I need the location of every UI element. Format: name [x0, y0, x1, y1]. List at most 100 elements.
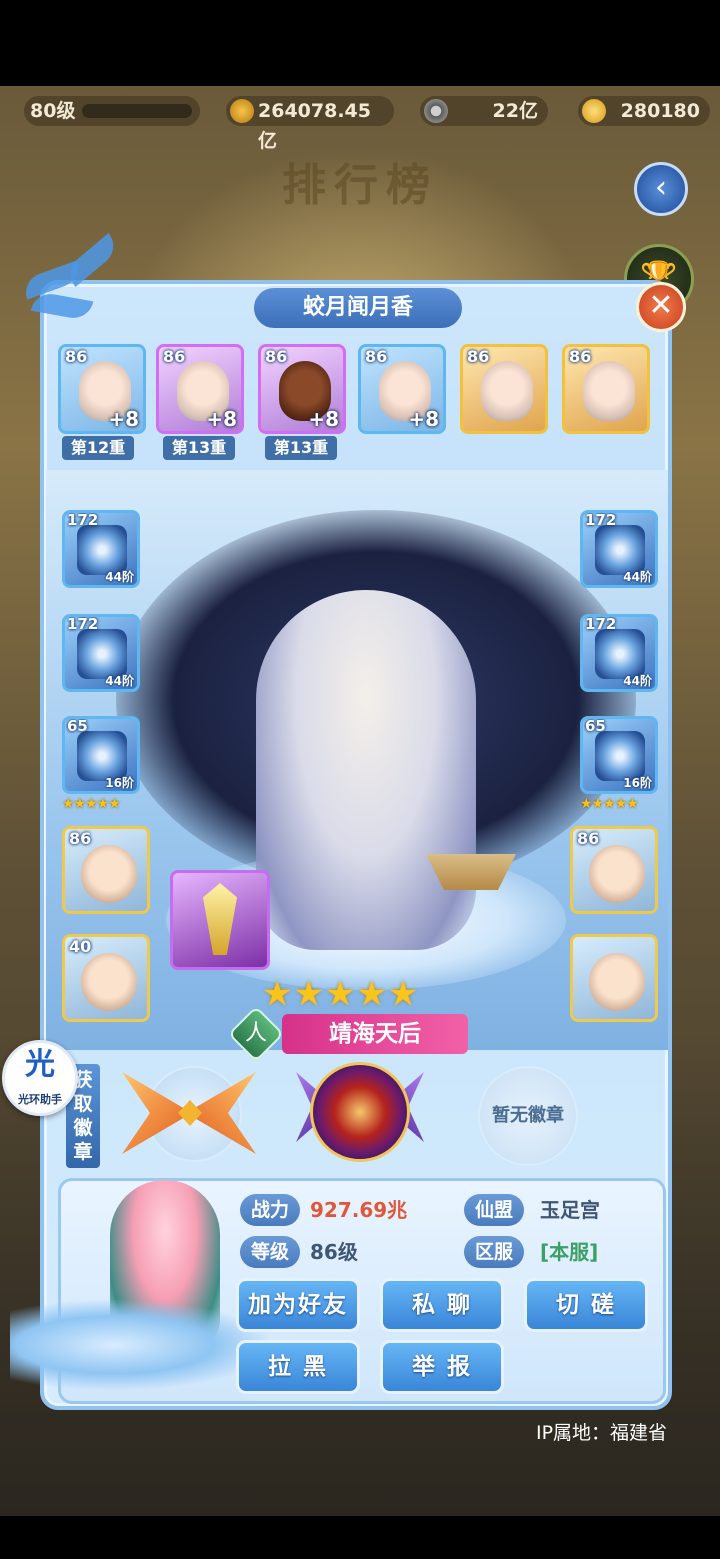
duel-button[interactable]: 切 磋 [524, 1278, 648, 1332]
equipment-level: 172 [67, 615, 99, 633]
equipment-step: 44阶 [623, 570, 652, 584]
combat-power-display: 264078.45亿 [226, 96, 394, 152]
hero-slot-1[interactable]: 86 +8 [58, 344, 146, 434]
report-button[interactable]: 举 报 [380, 1340, 504, 1394]
hero-level: 86 [365, 347, 388, 366]
exp-bar [82, 104, 192, 118]
equipment-level: 172 [585, 615, 617, 633]
hero-slot-4[interactable]: 86 +8 [358, 344, 446, 434]
page-title: 排行榜 [282, 160, 438, 211]
back-arrow-icon: ‹ [655, 170, 667, 205]
badge-emblem-icon [310, 1062, 410, 1162]
hero-name: 靖海天后 [282, 1014, 468, 1054]
hero-plus: +8 [108, 407, 139, 431]
power-label: 战力 [240, 1194, 300, 1226]
player-name: 蛟月闻月香 [252, 286, 464, 330]
alliance-label: 仙盟 [464, 1194, 524, 1226]
ip-location: IP属地：福建省 [536, 1422, 668, 1444]
helper-label: 光环助手 [18, 1093, 62, 1106]
power-value: 927.69兆 [310, 1198, 408, 1222]
leaf-icon [62, 233, 122, 287]
player-level: 80级 [30, 100, 76, 122]
close-button[interactable]: ✕ [636, 282, 686, 332]
faction-label: 人 [244, 1020, 268, 1046]
equipment-slot-left-1[interactable]: 172 44阶 [62, 510, 140, 588]
resource-bar: 80级 264078.45亿 22亿 280180 [0, 90, 720, 152]
hero-level: 86 [265, 347, 288, 366]
equipment-step: 16阶 [105, 776, 134, 790]
private-chat-button[interactable]: 私 聊 [380, 1278, 504, 1332]
hero-slot-2[interactable]: 86 +8 [156, 344, 244, 434]
equipment-step: 44阶 [623, 674, 652, 688]
equipment-slot-left-2[interactable]: 172 44阶 [62, 614, 140, 692]
block-button[interactable]: 拉 黑 [236, 1340, 360, 1394]
crane-mount [10, 1300, 270, 1390]
companion-level: 40 [69, 937, 92, 956]
hero-tier: 第13重 [265, 436, 337, 460]
hero-tier: 第13重 [163, 436, 235, 460]
level-label: 等级 [240, 1236, 300, 1268]
equipment-step: 44阶 [105, 570, 134, 584]
leaf-icon [30, 290, 94, 322]
equipment-level: 172 [585, 511, 617, 529]
server-label: 区服 [464, 1236, 524, 1268]
player-level-display: 80级 [24, 96, 200, 126]
level-value: 86级 [310, 1240, 358, 1264]
equipment-stars: ★★★★★ [580, 796, 639, 812]
equipment-slot-right-3[interactable]: 65 16阶 [580, 716, 658, 794]
hero-level: 86 [467, 347, 490, 366]
equipment-slot-right-2[interactable]: 172 44阶 [580, 614, 658, 692]
equipment-level: 65 [585, 717, 606, 735]
companion-portrait [589, 845, 645, 903]
leaf-decoration [20, 233, 222, 322]
equipment-step: 16阶 [623, 776, 652, 790]
floating-helper-button[interactable]: 光 光环助手 [2, 1040, 78, 1116]
hero-plus: +8 [206, 407, 237, 431]
hero-plus: +8 [308, 407, 339, 431]
equipment-slot-right-1[interactable]: 172 44阶 [580, 510, 658, 588]
equipment-level: 172 [67, 511, 99, 529]
server-value: [本服] [540, 1240, 599, 1264]
hero-figure [256, 590, 476, 950]
equipment-stars: ★★★★★ [62, 796, 121, 812]
coin-icon [424, 99, 448, 123]
companion-slot-left-1[interactable]: 86 [62, 826, 150, 914]
gold-ingot-icon [582, 99, 606, 123]
companion-level: 86 [577, 829, 600, 848]
hero-tier: 第12重 [62, 436, 134, 460]
hero-level: 86 [569, 347, 592, 366]
artifact-slot[interactable] [170, 870, 270, 970]
companion-slot-left-2[interactable]: 40 [62, 934, 150, 1022]
companion-portrait [81, 953, 137, 1011]
companion-portrait [81, 845, 137, 903]
add-friend-button[interactable]: 加为好友 [236, 1278, 360, 1332]
hero-portrait [583, 361, 635, 421]
companion-slot-right-1[interactable]: 86 [570, 826, 658, 914]
hero-slot-6[interactable]: 86 [562, 344, 650, 434]
coin-value: 22亿 [492, 100, 538, 122]
hero-level: 86 [65, 347, 88, 366]
alliance-value: 玉足宫 [540, 1198, 600, 1222]
hero-plus: +8 [408, 407, 439, 431]
hero-slot-5[interactable]: 86 [460, 344, 548, 434]
empty-badge-slot[interactable]: 暂无徽章 [478, 1066, 578, 1166]
hero-level: 86 [163, 347, 186, 366]
equipment-slot-left-3[interactable]: 65 16阶 [62, 716, 140, 794]
equipment-level: 65 [67, 717, 88, 735]
equipped-badge[interactable] [296, 1058, 424, 1170]
combat-power-icon [230, 99, 254, 123]
gold-value: 280180 [620, 100, 700, 122]
hero-slot-3[interactable]: 86 +8 [258, 344, 346, 434]
status-bar [0, 0, 720, 86]
helper-icon: 光 [25, 1047, 55, 1082]
gold-display[interactable]: 280180 [578, 96, 710, 126]
equipment-step: 44阶 [105, 674, 134, 688]
coin-display[interactable]: 22亿 [420, 96, 548, 126]
hero-star-rating: ★★★★★ [262, 974, 420, 1014]
companion-slot-right-2[interactable] [570, 934, 658, 1022]
hero-portrait [481, 361, 533, 421]
back-button[interactable]: ‹ [634, 162, 688, 216]
sword-icon [203, 883, 237, 955]
close-icon: ✕ [648, 288, 674, 323]
system-nav-bar [0, 1516, 720, 1559]
